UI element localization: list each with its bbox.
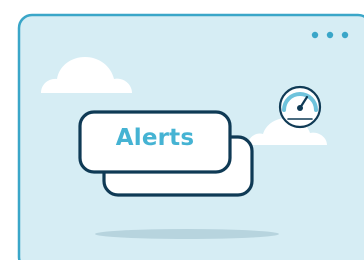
three-dots-icon[interactable] (311, 31, 349, 39)
card-shadow (95, 229, 279, 239)
alerts-label: Alerts (115, 125, 195, 151)
speedometer-icon (278, 85, 322, 129)
alerts-illustration: Alerts (0, 0, 364, 260)
